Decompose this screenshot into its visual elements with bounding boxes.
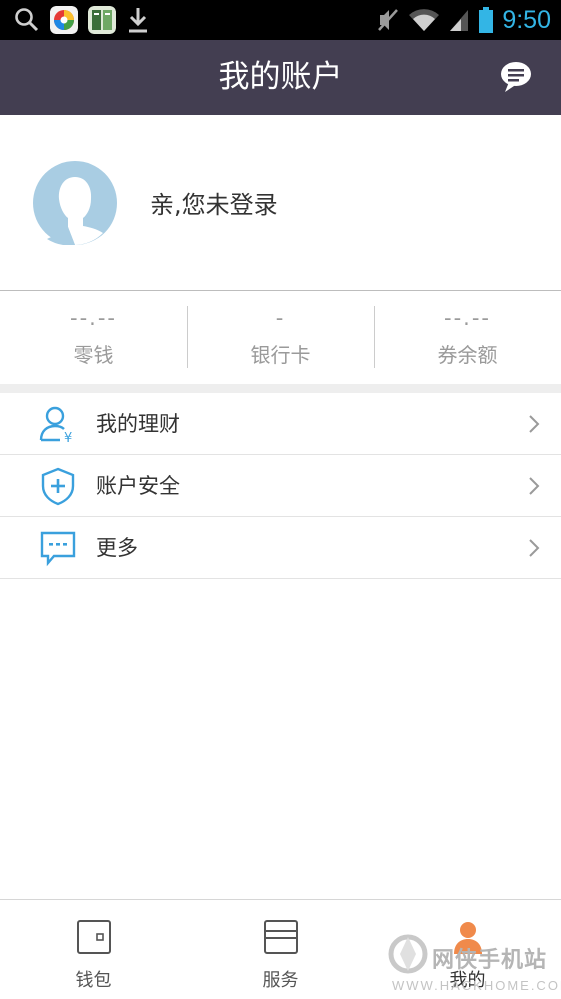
menu-label: 更多 bbox=[96, 536, 138, 560]
menu-label: 账户安全 bbox=[96, 474, 180, 498]
page-title: 我的账户 bbox=[218, 59, 343, 95]
tab-label: 钱包 bbox=[75, 970, 112, 991]
default-avatar-icon[interactable] bbox=[33, 161, 117, 245]
menu-item-more[interactable]: 更多 bbox=[0, 517, 561, 579]
app-header: 我的账户 bbox=[0, 40, 561, 115]
clock: 9:50 bbox=[502, 5, 551, 34]
login-prompt[interactable]: 亲,您未登录 bbox=[150, 185, 278, 220]
battery-icon bbox=[479, 7, 494, 33]
shield-plus-icon bbox=[41, 467, 75, 506]
tab-label: 服务 bbox=[262, 970, 299, 991]
tab-service[interactable]: 服务 bbox=[187, 900, 374, 999]
balance-value: --.-- bbox=[70, 306, 117, 330]
download-icon bbox=[129, 8, 147, 33]
system-icons: 9:50 bbox=[376, 4, 551, 36]
signal-icon bbox=[450, 10, 469, 31]
chevron-right-icon bbox=[529, 539, 540, 557]
balance-bank-card[interactable]: - 银行卡 bbox=[187, 292, 374, 384]
mute-icon bbox=[378, 9, 399, 31]
wifi-icon bbox=[409, 9, 440, 32]
balance-coupon[interactable]: --.-- 券余额 bbox=[374, 292, 561, 384]
balance-change[interactable]: --.-- 零钱 bbox=[0, 292, 187, 384]
search-icon bbox=[15, 8, 39, 32]
message-more-icon bbox=[40, 531, 76, 567]
bottom-tab-bar: 钱包 服务 我的 bbox=[0, 899, 561, 999]
balance-value: - bbox=[275, 306, 286, 330]
section-divider bbox=[0, 384, 561, 393]
chevron-right-icon bbox=[529, 477, 540, 495]
svg-text:¥: ¥ bbox=[64, 431, 72, 444]
wallet-icon bbox=[76, 920, 111, 954]
chevron-right-icon bbox=[529, 415, 540, 433]
balance-label: 券余额 bbox=[437, 343, 498, 367]
user-finance-icon: ¥ bbox=[39, 406, 72, 444]
balance-row: --.-- 零钱 - 银行卡 --.-- 券余额 bbox=[0, 292, 561, 384]
tab-label: 我的 bbox=[449, 970, 486, 991]
tab-me[interactable]: 我的 bbox=[374, 900, 561, 999]
menu-item-security[interactable]: 账户安全 bbox=[0, 455, 561, 517]
me-icon bbox=[453, 922, 482, 954]
app-game-icon bbox=[50, 6, 78, 34]
balance-label: 银行卡 bbox=[250, 343, 311, 367]
chat-icon[interactable] bbox=[499, 60, 533, 94]
balance-label: 零钱 bbox=[73, 343, 114, 367]
profile-section[interactable]: 亲,您未登录 bbox=[0, 115, 561, 291]
menu-list: ¥ 我的理财 账户安全 更多 bbox=[0, 393, 561, 579]
app-book-icon bbox=[88, 6, 116, 34]
tab-wallet[interactable]: 钱包 bbox=[0, 900, 187, 999]
menu-label: 我的理财 bbox=[96, 412, 180, 436]
menu-item-finance[interactable]: ¥ 我的理财 bbox=[0, 393, 561, 455]
service-icon bbox=[263, 920, 298, 954]
status-bar: 9:50 bbox=[0, 0, 561, 40]
balance-value: --.-- bbox=[444, 306, 491, 330]
notification-icons bbox=[14, 6, 150, 34]
